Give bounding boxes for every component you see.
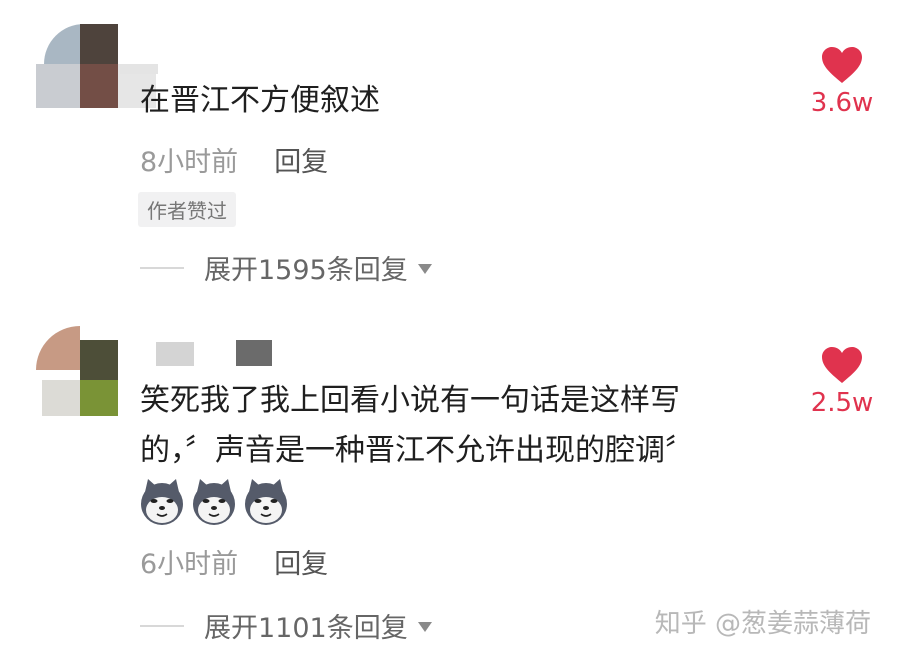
divider-line: [140, 624, 184, 627]
comment-text-line-2: 的，〞声音是一种晋江不允许出现的腔调〞: [140, 433, 695, 468]
comment-time: 6小时前: [140, 549, 239, 580]
doge-emoji-icon: [141, 479, 183, 525]
comment-meta: 6小时前 回复: [140, 542, 328, 581]
like-button[interactable]: 2.5w: [807, 346, 877, 418]
expand-replies-button[interactable]: 展开1101条回复: [140, 606, 432, 645]
expand-replies-label: 展开1101条回复: [204, 613, 408, 644]
reply-button[interactable]: 回复: [274, 549, 328, 580]
comment-text-line-1: 笑死我了我上回看小说有一句话是这样写: [140, 383, 680, 418]
doge-emoji-icon: [245, 479, 287, 525]
watermark-text: 知乎 @葱姜蒜薄荷: [654, 609, 871, 639]
like-count: 2.5w: [810, 388, 874, 418]
username-blurred[interactable]: [156, 342, 194, 366]
chevron-down-icon: [417, 621, 432, 632]
emoji-row: [138, 478, 290, 526]
avatar[interactable]: [36, 326, 126, 426]
comment-item-2: 笑死我了我上回看小说有一句话是这样写 的，〞声音是一种晋江不允许出现的腔调〞 6…: [0, 0, 897, 664]
doge-emoji-icon: [193, 479, 235, 525]
heart-icon: [822, 347, 862, 383]
username-blurred-2[interactable]: [236, 340, 272, 366]
